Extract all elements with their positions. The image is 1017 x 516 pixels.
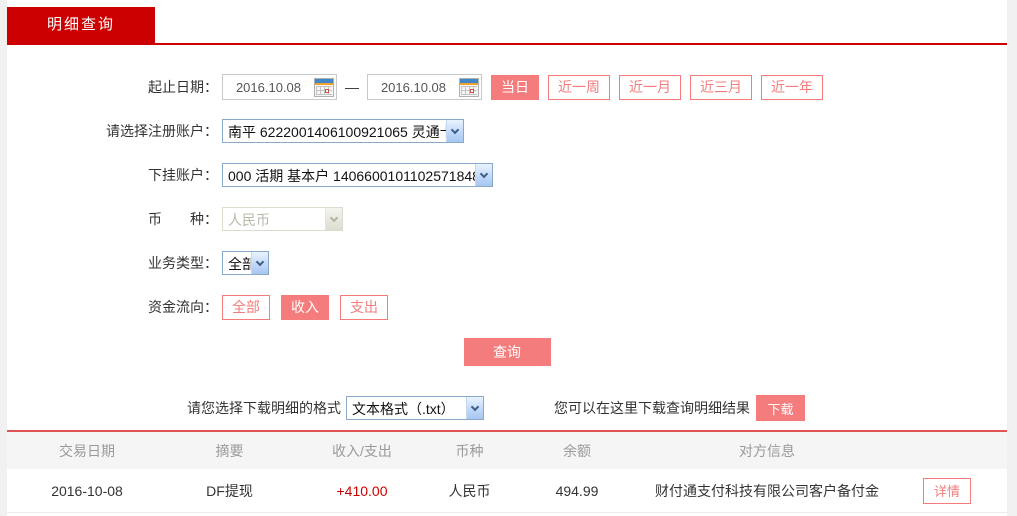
calendar-icon-bar [315,83,333,85]
currency-label: 币 种： [7,209,218,229]
fund-flow-row: 资金流向： 全部 收入 支出 [7,294,1007,320]
registered-account-value: 南平 6222001406100921065 灵通卡 [223,121,446,142]
calendar-icon-day-marker [470,89,474,93]
tab-bar: 明细查询 [7,0,1007,45]
start-date-value[interactable]: 2016.10.08 [223,80,314,95]
cell-summary: DF提现 [167,481,292,501]
currency-select: 人民币 [222,207,343,231]
fund-flow-label: 资金流向： [7,297,218,317]
business-type-select[interactable]: 全部 [222,251,269,275]
detail-button[interactable]: 详情 [923,478,971,504]
start-date-input[interactable]: 2016.10.08 [222,74,337,100]
fund-flow-income-button[interactable]: 收入 [281,295,329,320]
header-transaction-date: 交易日期 [7,441,167,461]
calendar-icon-grid [316,86,332,95]
download-button[interactable]: 下载 [756,395,805,421]
download-format-select[interactable]: 文本格式（.txt） [346,396,484,420]
header-currency: 币种 [432,441,507,461]
quick-range-today-button[interactable]: 当日 [491,75,539,100]
calendar-icon-day-marker [325,89,329,93]
quick-range-3months-button[interactable]: 近三月 [690,75,752,100]
tab-detail-query[interactable]: 明细查询 [7,7,155,43]
currency-value: 人民币 [223,209,325,230]
download-row: 请您选择下载明细的格式 文本格式（.txt） 您可以在这里下载查询明细结果 下载 [7,395,1007,421]
calendar-icon-grid [461,86,477,95]
calendar-icon[interactable] [459,78,479,97]
quick-range-year-button[interactable]: 近一年 [761,75,823,100]
header-balance: 余额 [507,441,647,461]
cell-counterparty: 财付通支付科技有限公司客户备付金 [647,481,887,501]
cell-action: 详情 [887,478,1007,504]
query-button-row: 查询 [7,338,1007,366]
fund-flow-expense-button[interactable]: 支出 [340,295,388,320]
chevron-down-icon[interactable] [475,164,492,186]
sub-account-row: 下挂账户： 000 活期 基本户 1406600101102571848 [7,162,1007,188]
end-date-input[interactable]: 2016.10.08 [367,74,482,100]
download-hint: 您可以在这里下载查询明细结果 [554,398,750,418]
business-type-label: 业务类型： [7,253,218,273]
chevron-down-icon[interactable] [251,252,268,274]
date-range-separator: — [345,79,359,95]
cell-currency: 人民币 [432,481,507,501]
date-range-row: 起止日期： 2016.10.08 — 2016.10.08 [7,74,1007,100]
cell-transaction-date: 2016-10-08 [7,483,167,499]
chevron-down-icon [325,208,342,230]
business-type-value: 全部 [223,253,251,274]
query-button[interactable]: 查询 [464,338,551,366]
date-range-label: 起止日期： [7,77,218,97]
registered-account-label: 请选择注册账户： [7,121,218,141]
sub-account-value: 000 活期 基本户 1406600101102571848 [223,165,475,186]
sub-account-label: 下挂账户： [7,165,218,185]
registered-account-select[interactable]: 南平 6222001406100921065 灵通卡 [222,119,464,143]
currency-row: 币 种： 人民币 [7,206,1007,232]
business-type-row: 业务类型： 全部 [7,250,1007,276]
table-header-row: 交易日期 摘要 收入/支出 币种 余额 对方信息 [7,432,1007,469]
main-panel: 明细查询 起止日期： 2016.10.08 — 2016.10.08 [7,0,1007,516]
header-income-expense: 收入/支出 [292,441,432,461]
calendar-icon-bar [460,83,478,85]
sub-account-select[interactable]: 000 活期 基本户 1406600101102571848 [222,163,493,187]
table-row: 2016-10-08 DF提现 +410.00 人民币 494.99 财付通支付… [7,469,1007,513]
quick-range-month-button[interactable]: 近一月 [619,75,681,100]
header-counterparty: 对方信息 [647,441,887,461]
quick-range-week-button[interactable]: 近一周 [548,75,610,100]
calendar-icon[interactable] [314,78,334,97]
cell-balance: 494.99 [507,483,647,499]
query-form: 起止日期： 2016.10.08 — 2016.10.08 [7,45,1007,366]
end-date-value[interactable]: 2016.10.08 [368,80,459,95]
download-format-label: 请您选择下载明细的格式 [187,398,341,418]
cell-amount: +410.00 [292,483,432,499]
header-summary: 摘要 [167,441,292,461]
registered-account-row: 请选择注册账户： 南平 6222001406100921065 灵通卡 [7,118,1007,144]
chevron-down-icon[interactable] [466,397,483,419]
chevron-down-icon[interactable] [446,120,463,142]
fund-flow-all-button[interactable]: 全部 [222,295,270,320]
download-format-value: 文本格式（.txt） [347,398,466,419]
